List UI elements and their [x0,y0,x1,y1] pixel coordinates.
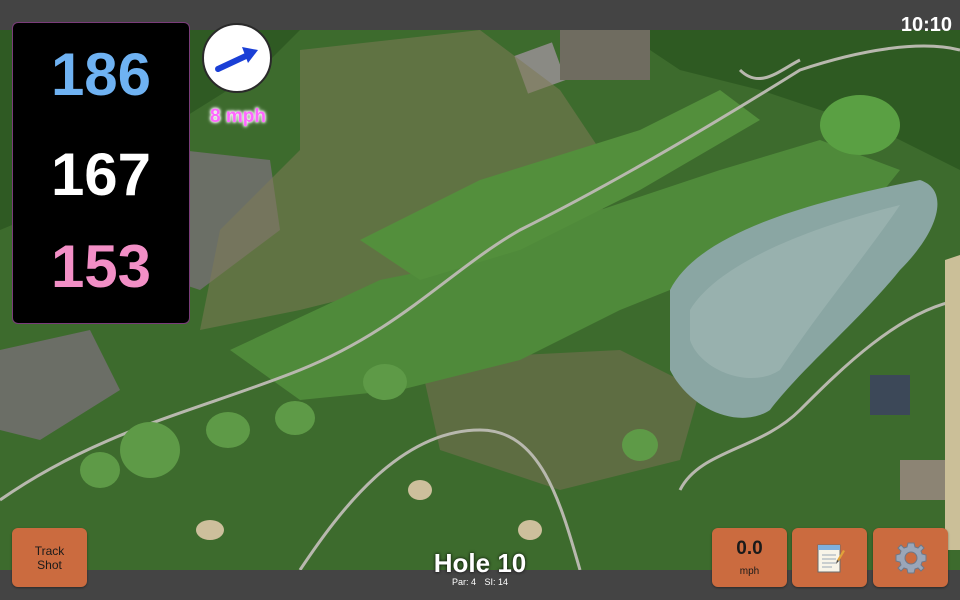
hole-title: Hole 10 [433,548,527,578]
track-shot-label-line2: Shot [37,557,62,572]
settings-button[interactable] [873,528,948,587]
notes-button[interactable] [792,528,867,587]
clock: 10:10 [900,14,952,36]
wind-direction-indicator [202,23,272,93]
back-distance: 186 [50,41,152,108]
distance-panel: 186 167 153 [12,22,190,324]
hole-par: Par: 4 [451,577,476,587]
track-shot-button[interactable]: Track Shot [12,528,87,587]
speed-button[interactable]: 0.0 mph [712,528,787,587]
gear-icon [895,542,926,573]
golf-gps-screen: 10:10 186 167 153 8 mph Track Shot Hole … [0,0,960,600]
speed-unit: mph [739,566,760,577]
hole-info: Par: 4 SI: 14 [400,577,560,587]
wind-speed: 8 mph [210,106,266,127]
wind-direction-arrow-icon [215,47,258,72]
middle-distance: 167 [50,141,152,208]
front-distance: 153 [50,233,152,300]
notepad-icon [817,544,845,572]
speed-value: 0.0 [736,538,763,559]
track-shot-label-line1: Track [34,543,65,558]
hole-stroke-index: SI: 14 [484,577,509,587]
